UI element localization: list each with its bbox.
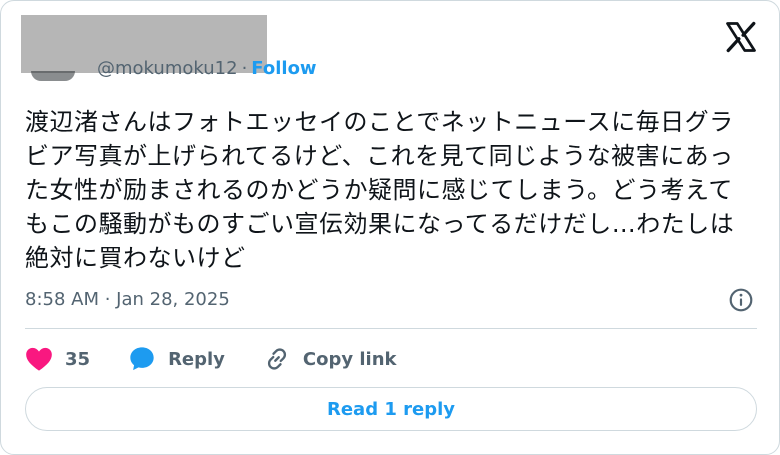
author-handle-row: @mokumoku12 · Follow (97, 58, 317, 80)
info-icon[interactable] (728, 287, 754, 313)
tweet-actions: 35 Reply Copy link (25, 342, 435, 376)
reply-label: Reply (168, 348, 225, 370)
tweet-card: @mokumoku12 · Follow 渡辺渚さんはフォトエッセイのことでネッ… (0, 0, 780, 455)
follow-button[interactable]: Follow (251, 58, 316, 80)
heart-icon (26, 347, 52, 371)
tweet-timestamp[interactable]: 8:58 AM · Jan 28, 2025 (25, 288, 230, 312)
like-button[interactable]: 35 (25, 346, 90, 372)
divider (25, 328, 757, 329)
x-logo-icon[interactable] (723, 19, 759, 55)
reply-button[interactable]: Reply (128, 345, 225, 373)
reply-bubble-icon (130, 347, 154, 371)
read-replies-button[interactable]: Read 1 reply (25, 387, 757, 431)
handle-separator: · (241, 58, 248, 79)
avatar[interactable] (31, 71, 75, 81)
copy-link-label: Copy link (302, 348, 397, 370)
tweet-text: 渡辺渚さんはフォトエッセイのことでネットニュースに毎日グラビア写真が上げられてる… (25, 108, 735, 272)
like-count: 35 (65, 348, 91, 370)
copy-link-button[interactable]: Copy link (263, 345, 397, 373)
author-handle[interactable]: @mokumoku12 (97, 58, 238, 80)
link-icon (267, 348, 286, 370)
